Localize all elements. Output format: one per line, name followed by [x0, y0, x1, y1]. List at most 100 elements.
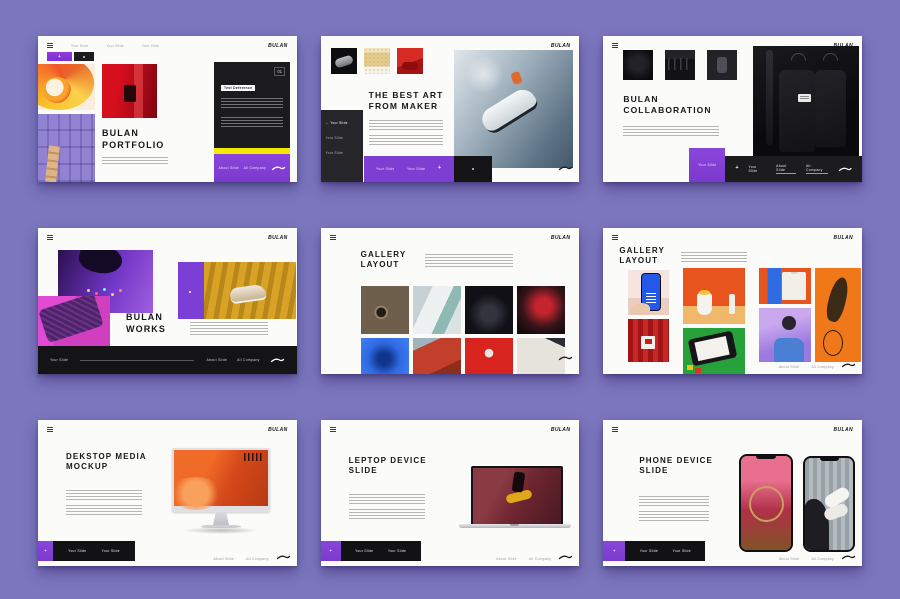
side-menu-panel: ← Your Slide Your Slide Your Slide: [321, 110, 363, 182]
gallery-image: [361, 286, 409, 334]
menu-item: Your Slide: [326, 136, 358, 140]
gallery-image: [628, 270, 669, 315]
placeholder-text: [639, 496, 709, 506]
signature-swoosh-icon: [276, 555, 291, 560]
dark-footer-bar: Your Slide Your Slide: [53, 541, 135, 561]
page-number: 01: [274, 67, 285, 76]
signature-swoosh-icon: [558, 166, 573, 171]
gallery-image: [815, 268, 861, 362]
bulan-logo: BULAN: [268, 235, 288, 241]
red-jacket-photo: [413, 338, 461, 374]
gallery-image: [683, 268, 745, 324]
slide-title: THE BEST ART FROM MAKER: [369, 90, 444, 112]
red-hoodie-photo: [517, 286, 565, 334]
nav-link: Your Slide: [142, 44, 159, 48]
title-line: MOCKUP: [66, 462, 147, 472]
gallery-image: [465, 286, 513, 334]
nav-links: Your Slide Your Slide Your Slide: [71, 44, 268, 48]
slide-desktop-media-mockup[interactable]: BULAN DEKSTOP MEDIA MOCKUP + Your Slide …: [38, 420, 297, 566]
steering-wheel-shape: [749, 486, 784, 522]
slide-best-art-from-maker[interactable]: BULAN THE BEST ART FROM MAKER ← Your Sli…: [321, 36, 580, 182]
gallery-image: [465, 338, 513, 374]
slide-header: Your Slide Your Slide Your Slide BULAN: [47, 41, 288, 50]
signature-swoosh-icon: [558, 356, 573, 361]
menu-icon: [612, 427, 618, 428]
title-line: PORTFOLIO: [102, 140, 164, 152]
slide-bulan-works[interactable]: BULAN BULAN WORKS Your Slide About Slide…: [38, 228, 297, 374]
title-line: WORKS: [126, 324, 166, 336]
title-line: GALLERY: [619, 246, 665, 256]
footer-link: All Company: [811, 557, 834, 561]
menu-icon: [47, 427, 53, 428]
cup-and-tube-photo: [683, 268, 745, 324]
footer-tab: Your Slide: [673, 549, 691, 553]
placeholder-text: [639, 511, 709, 521]
title-line: BULAN: [623, 94, 711, 105]
phone-mockup-shoes: [803, 456, 855, 552]
footer-tab: Your Slide: [355, 549, 373, 553]
thumb-popcorn: [364, 48, 390, 74]
plus-icon: +: [735, 166, 738, 172]
garment: [815, 70, 847, 147]
plus-icon: +: [44, 549, 46, 553]
sneaker-shape: [477, 85, 539, 137]
slide-gallery-layout-2[interactable]: BULAN GALLERY LAYOUT: [603, 228, 862, 374]
gallery-image: [517, 286, 565, 334]
dark-footer-bar: Your Slide Your Slide: [625, 541, 705, 561]
slide-gallery-layout-1[interactable]: BULAN GALLERY LAYOUT: [321, 228, 580, 374]
slide-title: PHONE DEVICE SLIDE: [639, 456, 713, 477]
slide-title: GALLERY LAYOUT: [619, 246, 665, 267]
slide-bulan-portfolio[interactable]: Your Slide Your Slide Your Slide BULAN +…: [38, 36, 297, 182]
bulan-logo: BULAN: [268, 43, 288, 49]
slide-phone-device[interactable]: BULAN PHONE DEVICE SLIDE + Your Slide Yo…: [603, 420, 862, 566]
desktop-mockup: [172, 448, 270, 536]
bulan-logo: BULAN: [833, 427, 853, 433]
bulan-logo: BULAN: [268, 427, 288, 433]
thumb-grey-figure: [707, 50, 737, 80]
lego-bricks: [687, 365, 693, 371]
plus-icon: +: [58, 54, 61, 60]
dark-square: [454, 156, 492, 182]
slide-header: BULAN: [612, 425, 853, 434]
camera-lens-photo: [361, 286, 409, 334]
slide-laptop-device[interactable]: BULAN LEPTOP DEVICE SLIDE + Your Slide Y…: [321, 420, 580, 566]
sneaker-lace: [510, 71, 523, 85]
placeholder-text: [369, 120, 443, 130]
arrow-left-icon: ←: [326, 121, 330, 125]
gallery-image: [759, 268, 811, 304]
slide-bulan-collaboration[interactable]: BULAN BULAN COLLABORATION Your Slide + Y…: [603, 36, 862, 182]
placeholder-text: [623, 126, 719, 138]
footer-link: About Slide: [779, 557, 800, 561]
placeholder-text: [369, 135, 443, 145]
placeholder-text: [66, 490, 142, 500]
signature-swoosh-icon: [841, 363, 856, 368]
red-portrait-image: [102, 64, 157, 118]
head-shape: [782, 316, 796, 330]
slide-header: BULAN: [47, 425, 288, 434]
signature-swoosh-icon: [270, 358, 285, 363]
footer-link: All Company: [529, 557, 552, 561]
footer-link: About Slide: [206, 358, 227, 362]
title-line: BULAN: [102, 128, 164, 140]
purple-door-image: [38, 114, 95, 182]
desktop-screen: [172, 448, 270, 512]
footer-link: About Slide: [496, 557, 517, 561]
menu-icon: [330, 235, 336, 236]
cup-shape: [697, 293, 712, 315]
menu-icon: [330, 427, 336, 428]
tube-shape: [729, 294, 736, 314]
gallery-image: [628, 319, 669, 362]
gallery-image: [683, 328, 745, 374]
red-toy-photo: [465, 338, 513, 374]
desktop-shadow: [182, 527, 260, 534]
gallery-image: [361, 338, 409, 374]
bar-link: Your Slide: [407, 167, 425, 171]
plus-icon: +: [438, 166, 441, 172]
panel-heading: Text Deference: [221, 85, 255, 91]
nav-link: Your Slide: [106, 44, 123, 48]
footer-link: All Company: [246, 557, 269, 561]
box-label: Your Slide: [698, 163, 716, 167]
menu-item-active: ← Your Slide: [326, 121, 358, 125]
abstract-swirl-image: [38, 64, 95, 110]
footer-link: All Company: [811, 365, 834, 369]
